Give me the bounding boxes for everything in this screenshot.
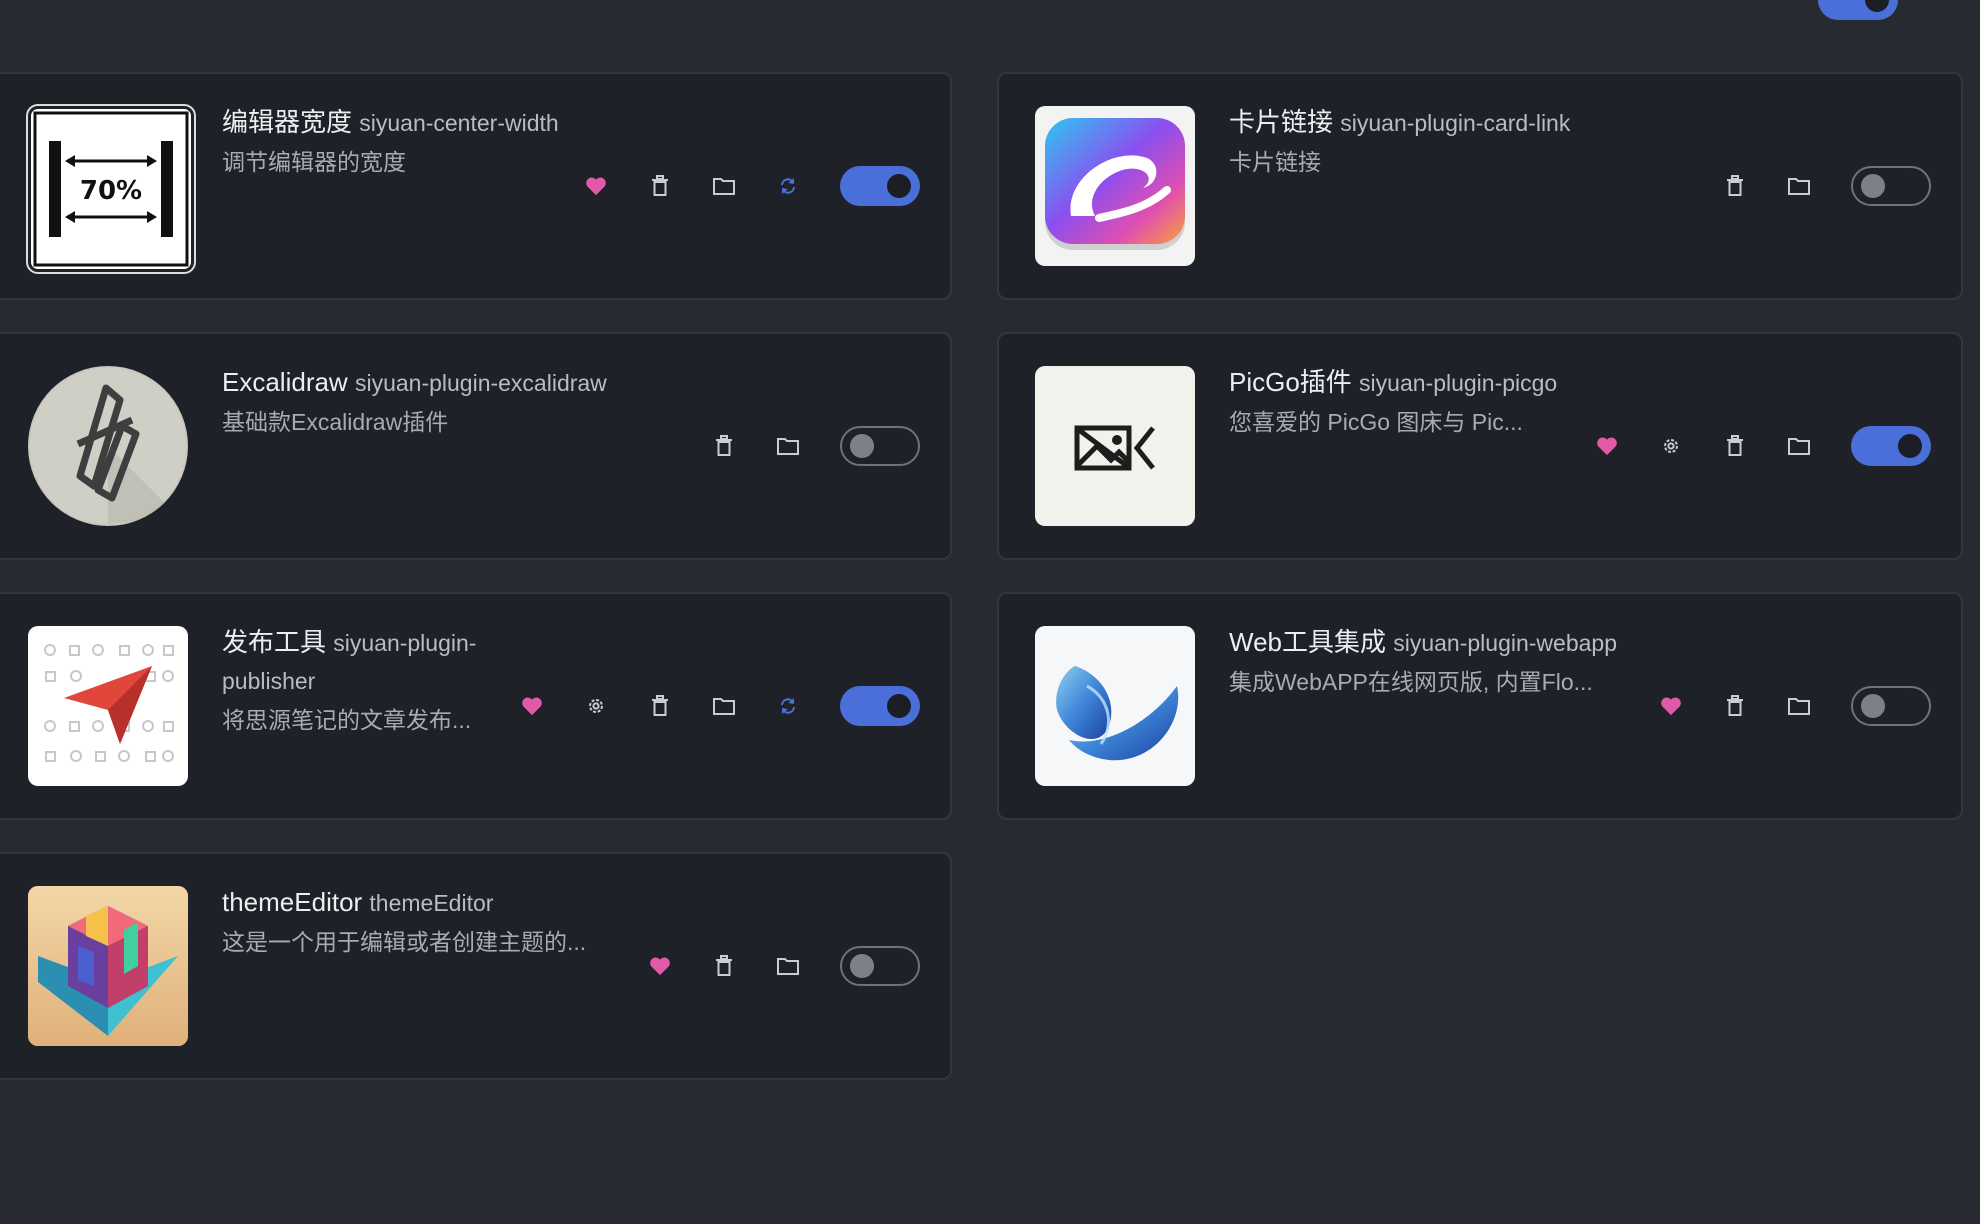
plugin-title: PicGo插件 (1229, 367, 1352, 397)
plugin-card-excalidraw: Excalidraw siyuan-plugin-excalidraw 基础款E… (0, 332, 952, 560)
toggle-knob (850, 954, 874, 978)
theme-editor-logo (28, 886, 188, 1046)
plugin-actions (500, 594, 820, 818)
plugin-package: themeEditor (369, 890, 494, 916)
plugin-title: themeEditor (222, 887, 363, 917)
plugin-actions (1639, 594, 1831, 818)
plugin-actions (628, 854, 820, 1078)
excalidraw-logo (28, 366, 188, 526)
plugin-info: 编辑器宽度 siyuan-center-width 调节编辑器的宽度 (222, 104, 562, 178)
trash-icon[interactable] (628, 166, 692, 206)
plugin-card-theme-editor: themeEditor themeEditor 这是一个用于编辑或者创建主题的.… (0, 852, 952, 1080)
plugin-package: siyuan-plugin-card-link (1340, 110, 1571, 136)
folder-icon[interactable] (692, 686, 756, 726)
enable-toggle[interactable] (840, 946, 920, 986)
webapp-logo (1035, 626, 1195, 786)
folder-icon[interactable] (756, 426, 820, 466)
plugin-title: 编辑器宽度 (222, 107, 353, 137)
heart-icon[interactable] (500, 686, 564, 726)
plugin-info: themeEditor themeEditor 这是一个用于编辑或者创建主题的.… (222, 884, 682, 958)
enable-toggle[interactable] (840, 166, 920, 206)
plugin-title: Web工具集成 (1229, 627, 1386, 657)
toggle-knob (1898, 434, 1922, 458)
toggle-knob (887, 174, 911, 198)
gear-icon[interactable] (564, 686, 628, 726)
plugin-actions (1703, 74, 1831, 298)
update-icon[interactable] (756, 166, 820, 206)
toggle-knob (850, 434, 874, 458)
card-link-logo (1035, 106, 1195, 266)
plugin-card-center-width: 70% 编辑器宽度 siyuan-center-width 调节编辑器的宽度 (0, 72, 952, 300)
plugin-card-card-link: 卡片链接 siyuan-plugin-card-link 卡片链接 (997, 72, 1963, 300)
plugin-desc: 集成WebAPP在线网页版, 内置Flo... (1229, 669, 1593, 695)
plugin-card-picgo: PicGo插件 siyuan-plugin-picgo 您喜爱的 PicGo 图… (997, 332, 1963, 560)
gear-icon[interactable] (1639, 426, 1703, 466)
heart-icon[interactable] (564, 166, 628, 206)
toggle-knob (1861, 174, 1885, 198)
folder-icon[interactable] (1767, 426, 1831, 466)
plugin-title: 发布工具 (222, 627, 327, 657)
trash-icon[interactable] (692, 946, 756, 986)
plugin-package: siyuan-center-width (359, 110, 559, 136)
plugin-actions (692, 334, 820, 558)
trash-icon[interactable] (1703, 426, 1767, 466)
enable-toggle[interactable] (840, 426, 920, 466)
plugin-actions (1575, 334, 1831, 558)
center-width-logo: 70% (26, 104, 196, 274)
plugin-card-webapp: Web工具集成 siyuan-plugin-webapp 集成WebAPP在线网… (997, 592, 1963, 820)
plugin-info: Web工具集成 siyuan-plugin-webapp 集成WebAPP在线网… (1229, 624, 1689, 698)
heart-icon[interactable] (1575, 426, 1639, 466)
trash-icon[interactable] (1703, 166, 1767, 206)
plugin-grid: 70% 编辑器宽度 siyuan-center-width 调节编辑器的宽度 卡… (0, 0, 1980, 1224)
enable-toggle[interactable] (840, 686, 920, 726)
plugin-info: PicGo插件 siyuan-plugin-picgo 您喜爱的 PicGo 图… (1229, 364, 1569, 438)
folder-icon[interactable] (692, 166, 756, 206)
plugin-card-publisher: 发布工具 siyuan-plugin-publisher 将思源笔记的文章发布.… (0, 592, 952, 820)
plugin-info: 卡片链接 siyuan-plugin-card-link 卡片链接 (1229, 104, 1689, 178)
plugin-desc: 您喜爱的 PicGo 图床与 Pic... (1229, 409, 1523, 435)
update-icon[interactable] (756, 686, 820, 726)
trash-icon[interactable] (628, 686, 692, 726)
logo-label: 70% (80, 176, 142, 206)
heart-icon[interactable] (1639, 686, 1703, 726)
enable-toggle[interactable] (1851, 166, 1931, 206)
plugin-desc: 基础款Excalidraw插件 (222, 409, 449, 435)
publisher-logo (28, 626, 188, 786)
plugin-desc: 调节编辑器的宽度 (222, 149, 406, 175)
folder-icon[interactable] (1767, 166, 1831, 206)
plugin-desc: 这是一个用于编辑或者创建主题的... (222, 929, 587, 955)
toggle-knob (1861, 694, 1885, 718)
folder-icon[interactable] (1767, 686, 1831, 726)
plugin-package: siyuan-plugin-excalidraw (354, 370, 607, 396)
plugin-package: siyuan-plugin-webapp (1393, 630, 1617, 656)
heart-icon[interactable] (628, 946, 692, 986)
plugin-actions (564, 74, 820, 298)
toggle-knob (887, 694, 911, 718)
folder-icon[interactable] (756, 946, 820, 986)
picgo-logo (1035, 366, 1195, 526)
plugin-package: siyuan-plugin-picgo (1359, 370, 1558, 396)
plugin-title: 卡片链接 (1229, 107, 1334, 137)
enable-toggle[interactable] (1851, 426, 1931, 466)
trash-icon[interactable] (692, 426, 756, 466)
trash-icon[interactable] (1703, 686, 1767, 726)
plugin-info: Excalidraw siyuan-plugin-excalidraw 基础款E… (222, 364, 682, 438)
plugin-title: Excalidraw (222, 367, 348, 397)
plugin-desc: 卡片链接 (1229, 149, 1321, 175)
enable-toggle[interactable] (1851, 686, 1931, 726)
